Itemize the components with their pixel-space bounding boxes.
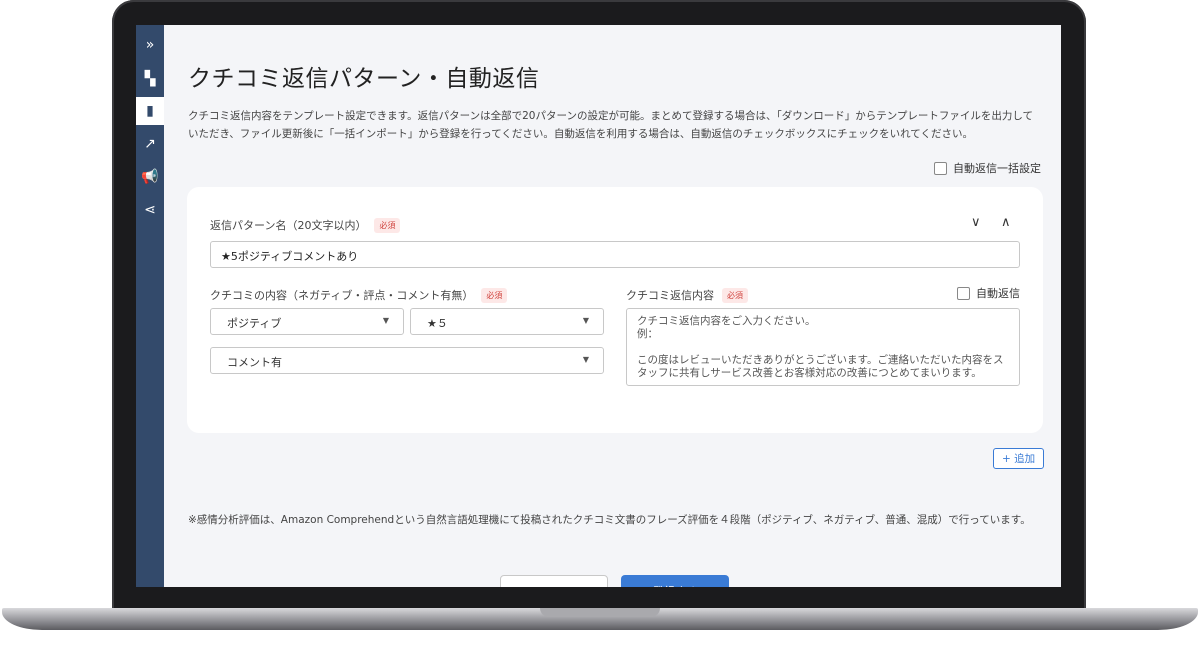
chevron-up-icon[interactable]: ∧ xyxy=(1001,215,1011,230)
share-icon[interactable]: ⋖ xyxy=(136,196,164,224)
chevron-down-icon[interactable]: ∨ xyxy=(971,215,981,230)
required-badge: 必須 xyxy=(481,287,508,303)
comment-select[interactable]: コメント有 ▼ xyxy=(210,347,604,374)
reply-content-label-row: クチコミ返信内容 必須 xyxy=(626,287,748,303)
cancel-button[interactable]: キャンセル xyxy=(500,575,608,587)
pattern-name-label-row: 返信パターン名（20文字以内） 必須 xyxy=(210,217,401,233)
reply-pattern-card: 返信パターン名（20文字以内） 必須 ∨ ∧ ★5ポジティブコメントあり クチコ… xyxy=(187,187,1043,433)
page-description: クチコミ返信内容をテンプレート設定できます。返信パターンは全部で20パターンの設… xyxy=(188,110,1034,140)
auto-reply-label: 自動返信 xyxy=(976,287,1020,300)
caret-down-icon: ▼ xyxy=(382,316,389,325)
sidebar: » ▚ ▮ ↗ 📢 ⋖ xyxy=(136,25,164,587)
reply-content-label: クチコミ返信内容 xyxy=(626,289,714,302)
pattern-name-input[interactable]: ★5ポジティブコメントあり xyxy=(210,241,1020,268)
auto-reply-checkbox[interactable] xyxy=(957,286,970,300)
rating-select[interactable]: ★５ ▼ xyxy=(410,308,604,335)
review-content-label: クチコミの内容（ネガティブ・評点・コメント有無） xyxy=(210,289,474,302)
reply-content-textarea[interactable]: クチコミ返信内容をご入力ください。 例： この度はレビューいただきありがとうござ… xyxy=(626,308,1020,386)
bulk-auto-reply[interactable]: 自動返信一括設定 xyxy=(934,160,1041,176)
laptop-notch xyxy=(540,608,660,617)
dashboard-icon[interactable]: ▚ xyxy=(136,65,164,93)
caret-down-icon: ▼ xyxy=(582,316,589,325)
rating-select-value: ★５ xyxy=(427,317,448,330)
auto-reply[interactable]: 自動返信 xyxy=(957,285,1020,301)
comment-select-value: コメント有 xyxy=(227,356,282,369)
pattern-name-label: 返信パターン名（20文字以内） xyxy=(210,219,367,232)
sentiment-select-value: ポジティブ xyxy=(227,317,282,330)
bar-chart-icon[interactable]: ▮ xyxy=(136,97,164,125)
review-content-label-row: クチコミの内容（ネガティブ・評点・コメント有無） 必須 xyxy=(210,287,508,303)
caret-down-icon: ▼ xyxy=(582,355,589,364)
main-content: クチコミ返信パターン・自動返信 クチコミ返信内容をテンプレート設定できます。返信… xyxy=(164,25,1061,587)
double-chevron-right-icon[interactable]: » xyxy=(136,31,164,59)
app-screen: » ▚ ▮ ↗ 📢 ⋖ クチコミ返信パターン・自動返信 クチコミ返信内容をテンプ… xyxy=(136,25,1061,587)
submit-button[interactable]: 登録する xyxy=(621,575,729,587)
page-title: クチコミ返信パターン・自動返信 xyxy=(188,66,540,92)
sentiment-note: ※感情分析評価は、Amazon Comprehendという自然言語処理機にて投稿… xyxy=(188,514,1031,526)
required-badge: 必須 xyxy=(374,217,401,233)
trend-line-icon[interactable]: ↗ xyxy=(136,130,164,158)
bulk-auto-reply-checkbox[interactable] xyxy=(934,161,947,175)
bulk-auto-reply-label: 自動返信一括設定 xyxy=(953,162,1041,175)
sentiment-select[interactable]: ポジティブ ▼ xyxy=(210,308,404,335)
megaphone-icon[interactable]: 📢 xyxy=(136,163,164,191)
add-pattern-button[interactable]: + 追加 xyxy=(993,448,1045,469)
required-badge: 必須 xyxy=(722,287,748,303)
